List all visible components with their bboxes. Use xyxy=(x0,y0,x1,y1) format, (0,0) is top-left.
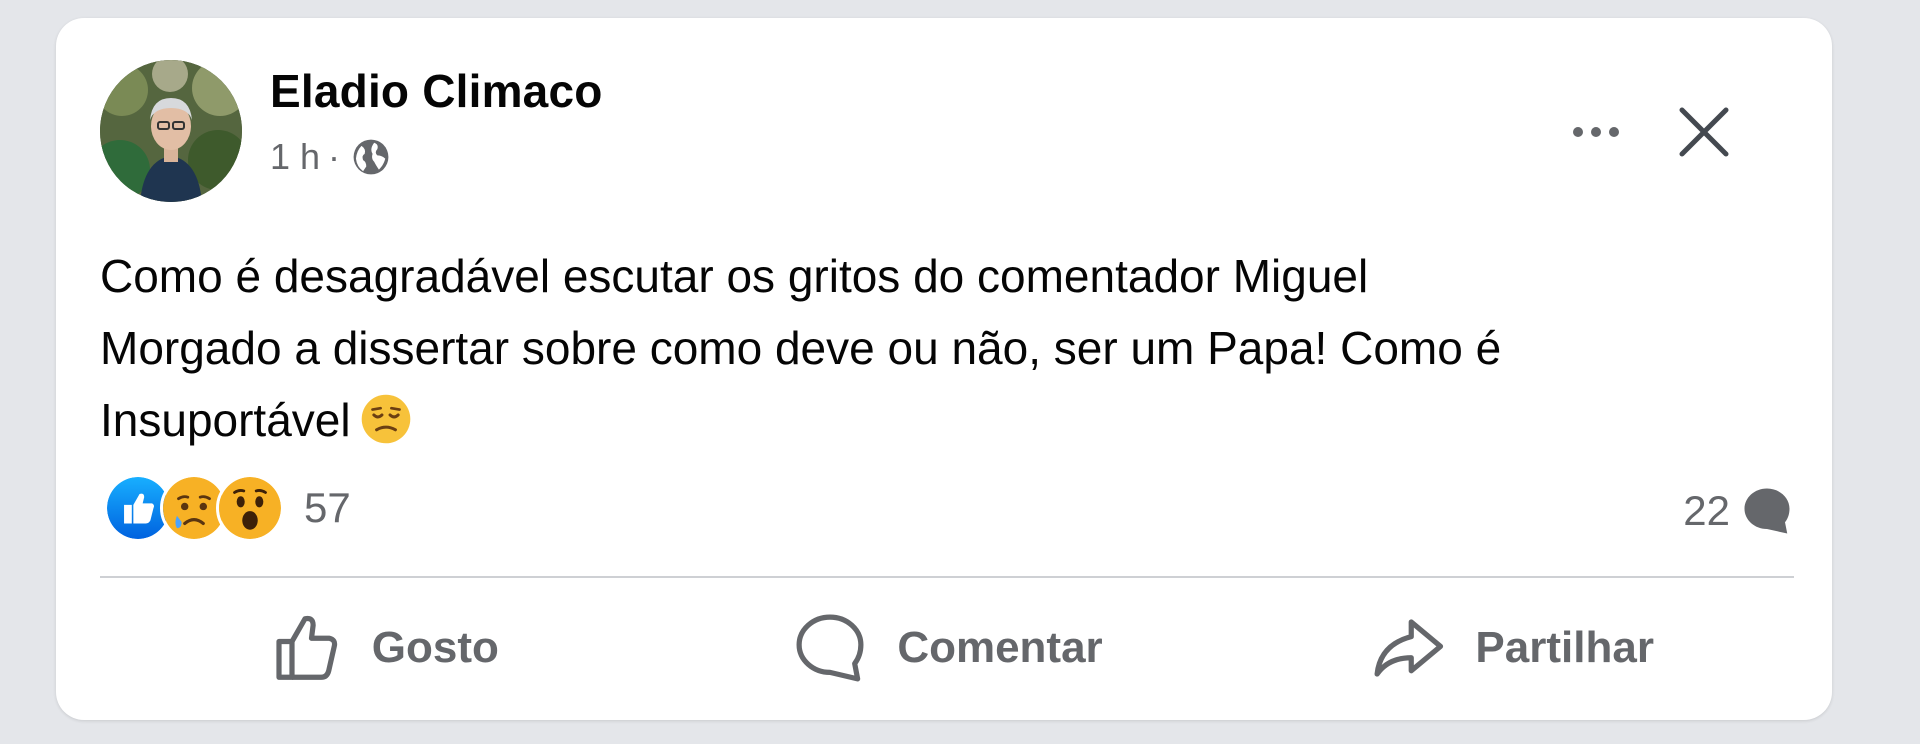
comment-count: 22 xyxy=(1683,487,1730,534)
like-button[interactable]: Gosto xyxy=(100,596,665,700)
post-text-line: Morgado a dissertar sobre como deve ou n… xyxy=(100,322,1502,374)
comment-button[interactable]: Comentar xyxy=(665,596,1230,700)
meta-separator: · xyxy=(328,136,341,177)
weary-face-emoji-icon xyxy=(361,394,410,444)
share-arrow-icon xyxy=(1374,619,1444,677)
close-icon xyxy=(1679,107,1729,157)
like-label: Gosto xyxy=(371,623,499,672)
globe-icon[interactable] xyxy=(352,138,390,176)
share-label: Partilhar xyxy=(1475,623,1654,672)
post-text-line: Insuportável xyxy=(100,384,1760,456)
author-avatar[interactable] xyxy=(100,60,242,202)
post-time[interactable]: 1 h xyxy=(270,136,320,178)
wow-face-icon xyxy=(216,474,284,542)
dot xyxy=(1573,127,1583,137)
dot xyxy=(1591,127,1601,137)
comment-label: Comentar xyxy=(897,623,1103,672)
close-button[interactable] xyxy=(1666,94,1742,170)
author-name[interactable]: Eladio Climaco xyxy=(270,64,603,118)
post-card: Eladio Climaco 1 h · Como é desagradável… xyxy=(56,18,1832,720)
comment-bubble-icon xyxy=(1744,488,1790,534)
post-meta: 1 h · xyxy=(270,136,390,178)
post-actions: Gosto Comentar Partilhar xyxy=(100,596,1794,700)
reaction-summary[interactable]: 57 xyxy=(104,474,351,542)
comment-icon xyxy=(796,614,864,682)
post-text-word: Insuportável xyxy=(100,394,351,446)
post-text-line: Como é desagradável escutar os gritos do… xyxy=(100,250,1369,302)
reaction-count: 57 xyxy=(304,484,351,531)
thumbs-up-icon xyxy=(276,615,337,680)
comment-count-link[interactable]: 22 xyxy=(1683,484,1794,538)
dot xyxy=(1609,127,1619,137)
more-options-button[interactable] xyxy=(1556,114,1636,150)
share-button[interactable]: Partilhar xyxy=(1229,596,1794,700)
divider xyxy=(100,576,1794,578)
avatar-image xyxy=(100,60,242,202)
post-text: Como é desagradável escutar os gritos do… xyxy=(100,240,1760,456)
